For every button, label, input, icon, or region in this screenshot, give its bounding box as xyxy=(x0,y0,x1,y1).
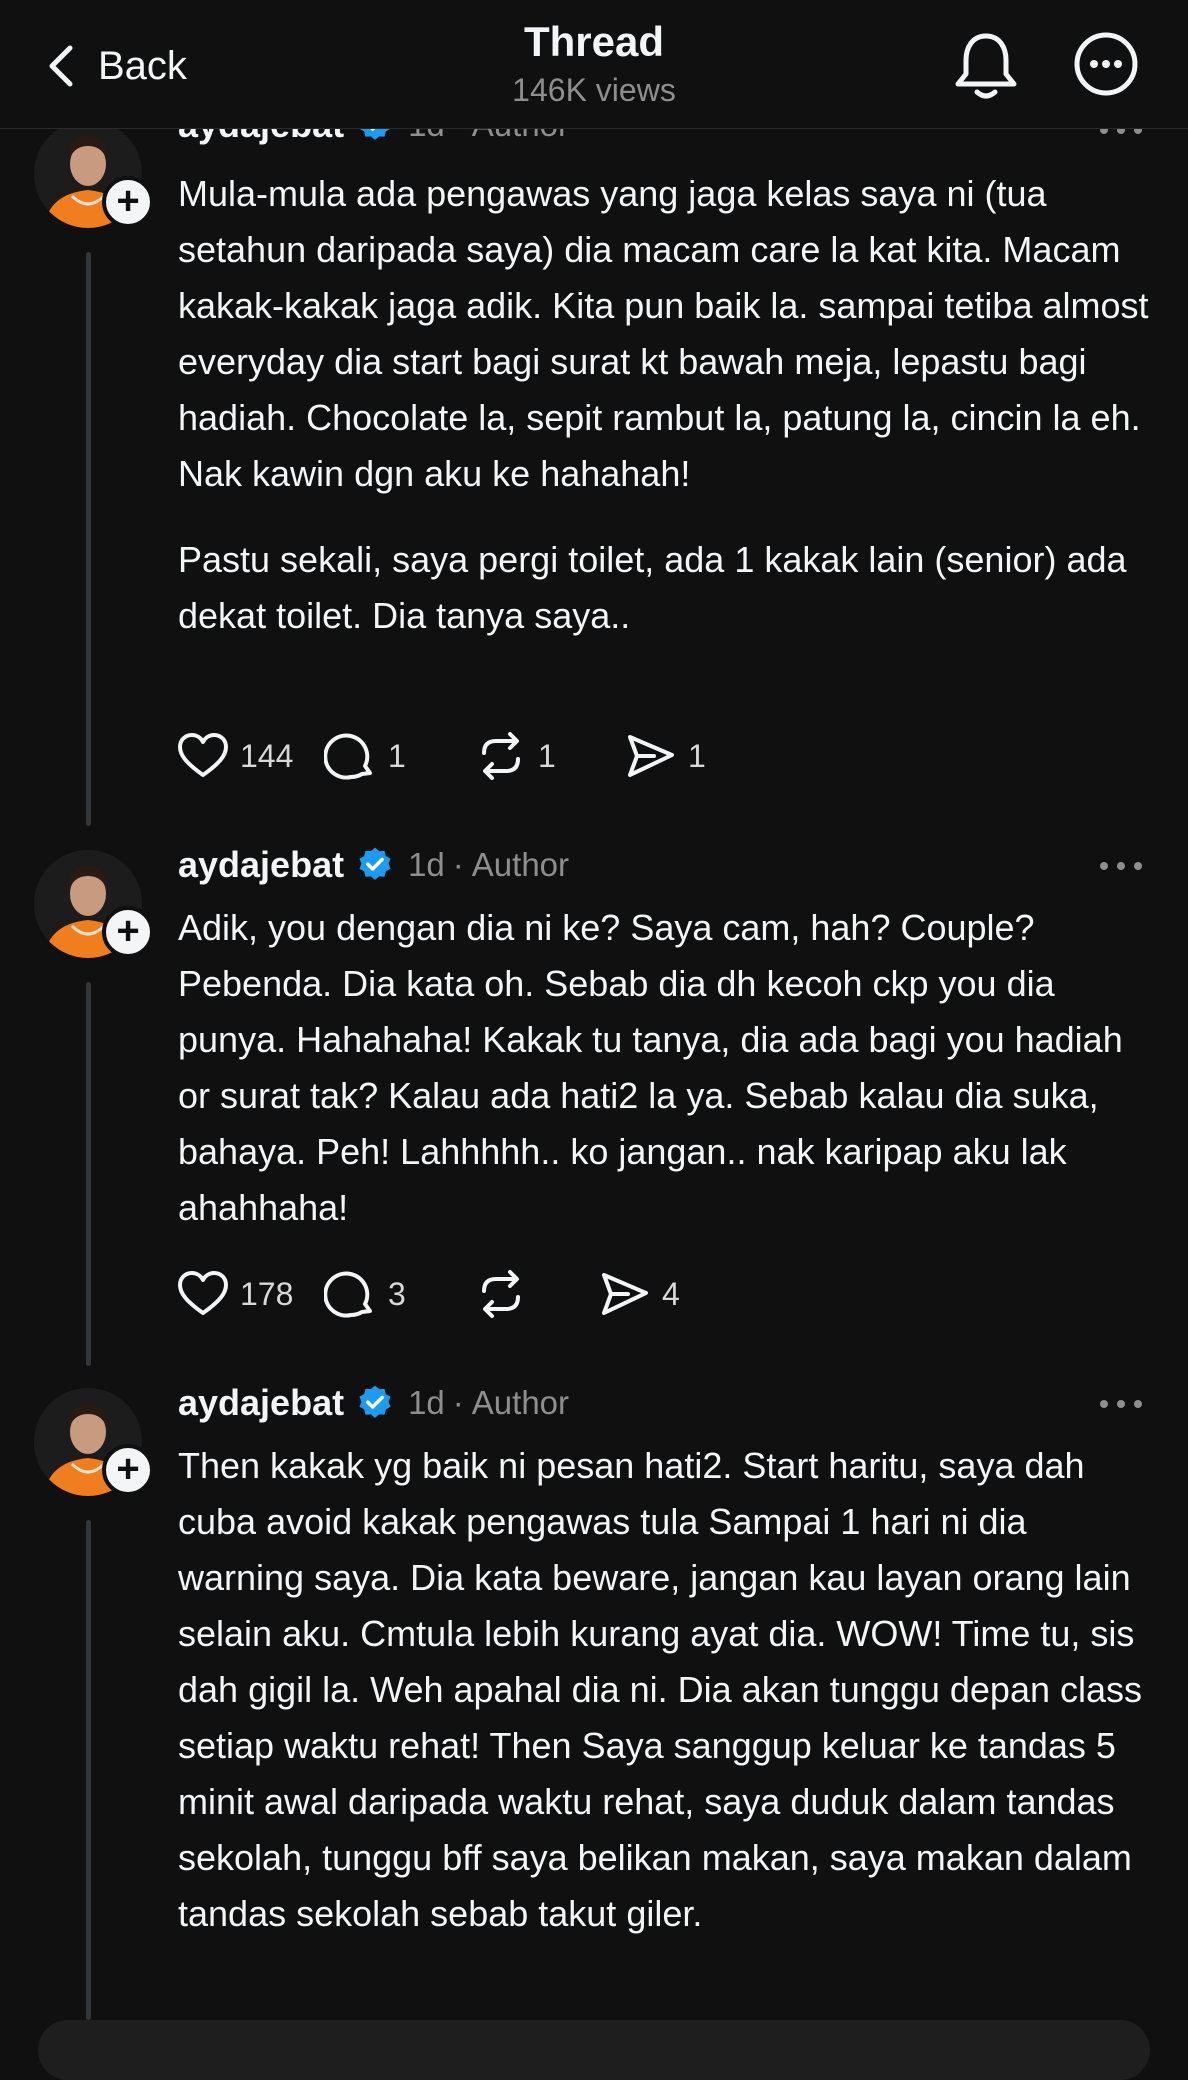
post-paragraph: Then kakak yg baik ni pesan hati2. Start… xyxy=(178,1445,1143,1934)
post-paragraph: Mula-mula ada pengawas yang jaga kelas s… xyxy=(178,173,1149,494)
post-actions: 144 1 1 1 xyxy=(176,726,706,786)
send-icon xyxy=(602,1273,648,1315)
thread-line xyxy=(86,252,91,826)
post-time: 1d xyxy=(408,846,445,883)
username[interactable]: aydajebat xyxy=(178,1382,344,1424)
share-button[interactable]: 1 xyxy=(624,729,706,783)
thread-line xyxy=(86,982,91,1366)
post-meta: aydajebat 1d · Author xyxy=(178,1382,569,1424)
separator-dot: · xyxy=(452,1384,464,1421)
send-icon xyxy=(628,735,674,777)
reply-button[interactable]: 1 xyxy=(324,729,474,783)
verified-badge-icon xyxy=(359,1385,391,1418)
heart-icon xyxy=(178,733,228,777)
post-actions: 178 3 4 xyxy=(176,1264,680,1324)
reply-composer-bar[interactable] xyxy=(38,2020,1150,2080)
author-tag: Author xyxy=(471,846,570,883)
follow-plus-button[interactable]: + xyxy=(102,906,154,958)
reply-count: 1 xyxy=(388,737,406,774)
thread-post: + aydajebat 1d · Author Adik, you dengan… xyxy=(0,830,1188,1370)
follow-plus-button[interactable]: + xyxy=(102,176,154,228)
post-more-icon[interactable] xyxy=(1096,856,1146,876)
comment-icon xyxy=(324,1271,372,1318)
username[interactable]: aydajebat xyxy=(178,844,344,886)
verified-badge-icon xyxy=(359,847,391,880)
repost-icon xyxy=(482,732,520,780)
post-time: 1d xyxy=(408,1384,445,1421)
top-nav-bar: Back Thread 146K views xyxy=(0,0,1188,129)
post-meta: aydajebat 1d · Author xyxy=(178,844,569,886)
post-more-icon[interactable] xyxy=(1096,1394,1146,1414)
share-button[interactable]: 4 xyxy=(598,1267,680,1321)
like-button[interactable]: 178 xyxy=(176,1267,324,1321)
repost-button[interactable]: 1 xyxy=(474,729,624,783)
thread-line xyxy=(86,1520,91,2020)
post-body: Mula-mula ada pengawas yang jaga kelas s… xyxy=(178,166,1158,644)
repost-button[interactable] xyxy=(474,1267,598,1321)
author-tag: Author xyxy=(471,1384,570,1421)
post-paragraph: Pastu sekali, saya pergi toilet, ada 1 k… xyxy=(178,539,1127,636)
reply-button[interactable]: 3 xyxy=(324,1267,474,1321)
repost-count: 1 xyxy=(538,737,556,774)
separator-dot: · xyxy=(452,846,464,883)
like-button[interactable]: 144 xyxy=(176,729,324,783)
share-count: 1 xyxy=(688,737,706,774)
post-body: Then kakak yg baik ni pesan hati2. Start… xyxy=(178,1438,1158,1942)
thread-post: + aydajebat 1d · Author Then kakak yg ba… xyxy=(0,1370,1188,2020)
reply-count: 3 xyxy=(388,1275,406,1312)
more-options-icon[interactable] xyxy=(1072,30,1140,98)
follow-plus-button[interactable]: + xyxy=(102,1444,154,1496)
heart-icon xyxy=(178,1271,228,1315)
share-count: 4 xyxy=(662,1275,680,1312)
like-count: 144 xyxy=(240,737,294,774)
post-paragraph: Adik, you dengan dia ni ke? Saya cam, ha… xyxy=(178,907,1123,1228)
repost-icon xyxy=(482,1270,520,1318)
like-count: 178 xyxy=(240,1275,294,1312)
comment-icon xyxy=(324,733,372,780)
bell-icon[interactable] xyxy=(952,30,1020,102)
post-body: Adik, you dengan dia ni ke? Saya cam, ha… xyxy=(178,900,1158,1236)
